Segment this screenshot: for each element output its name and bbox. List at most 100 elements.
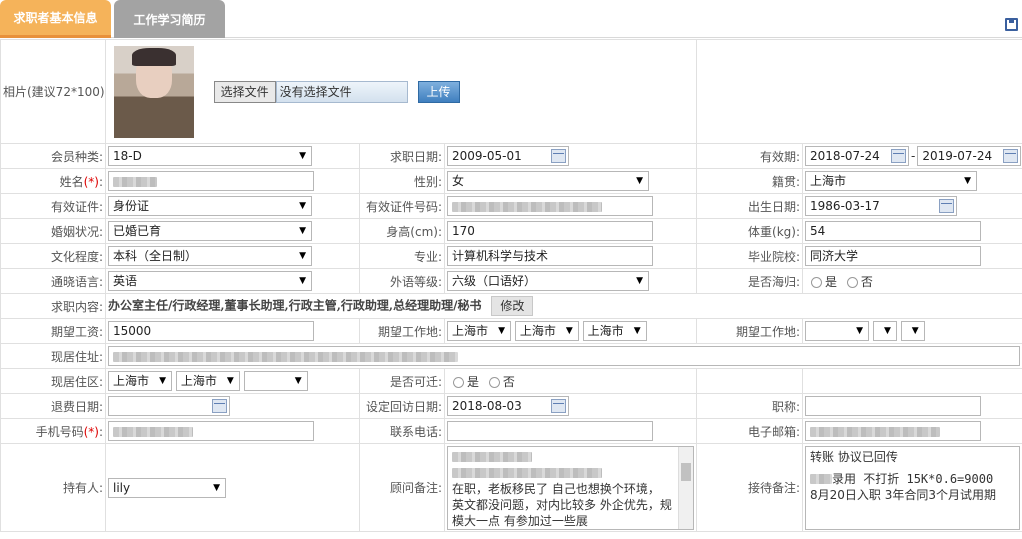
tab-work-history[interactable]: 工作学习简历 — [114, 0, 225, 38]
chevron-down-icon: ▼ — [299, 201, 306, 211]
address-input[interactable] — [108, 346, 1020, 366]
advisor-note-textarea[interactable]: 在职，老板移民了 自己也想换个环境， 英文都没问题，对内比较多 外企优先，规模大… — [447, 445, 695, 530]
job-date-input[interactable]: 2009-05-01 — [447, 146, 569, 166]
visit-date-input[interactable]: 2018-08-03 — [447, 396, 569, 416]
district-city-select[interactable]: 上海市 ▼ — [175, 371, 240, 391]
redacted-text — [113, 176, 157, 187]
overseas-no-radio[interactable] — [846, 276, 858, 288]
work-province-select[interactable]: 上海市 ▼ — [447, 321, 511, 341]
save-icon[interactable] — [1005, 18, 1018, 31]
chevron-down-icon: ▼ — [856, 326, 864, 336]
birth-date-input[interactable]: 1986-03-17 — [805, 196, 958, 216]
language-label: 通晓语言: — [0, 268, 106, 294]
redacted-text — [113, 426, 193, 437]
major-input[interactable]: 计算机科学与技术 — [447, 246, 653, 266]
applicant-form: 相片(建议72*100): 选择文件 没有选择文件 上传 会员种类: 18-D ▼ … — [0, 39, 1022, 532]
work-district-select[interactable]: 上海市 ▼ — [582, 321, 647, 341]
choose-file-button[interactable]: 选择文件 — [213, 80, 276, 103]
marital-select[interactable]: 已婚已育 ▼ — [108, 221, 312, 241]
chevron-down-icon: ▼ — [636, 176, 643, 186]
edit-job-content-button[interactable]: 修改 — [491, 296, 534, 316]
calendar-icon[interactable] — [551, 399, 566, 413]
valid-period-label: 有效期: — [696, 143, 804, 169]
id-number-input[interactable] — [447, 196, 653, 216]
gender-label: 性别: — [359, 168, 445, 194]
chevron-down-icon: ▼ — [911, 326, 919, 336]
relocate-no-radio[interactable] — [488, 376, 500, 388]
tab-basic-info[interactable]: 求职者基本信息 — [0, 0, 111, 38]
upload-button[interactable]: 上传 — [417, 80, 460, 103]
job-title-input[interactable] — [805, 396, 982, 416]
school-input[interactable]: 同济大学 — [805, 246, 982, 266]
name-input[interactable] — [108, 171, 314, 191]
chevron-down-icon: ▼ — [636, 276, 643, 286]
work-place-label: 期望工作地: — [359, 318, 445, 344]
redacted-text — [810, 426, 941, 437]
language-level-label: 外语等级: — [359, 268, 445, 294]
work-place-2-label: 期望工作地: — [696, 318, 804, 344]
member-type-select[interactable]: 18-D ▼ — [108, 146, 312, 166]
calendar-icon[interactable] — [891, 149, 907, 163]
refund-date-input[interactable] — [108, 396, 230, 416]
relocate-yes-radio[interactable] — [453, 376, 464, 388]
holder-label: 持有人: — [0, 443, 106, 532]
phone-label: 联系电话: — [359, 418, 445, 444]
chevron-down-icon: ▼ — [498, 326, 505, 336]
salary-input[interactable]: 15000 — [108, 321, 314, 341]
redacted-text — [113, 351, 458, 362]
photo-cell: 选择文件 没有选择文件 上传 — [104, 39, 698, 144]
relocate-label: 是否可迁: — [359, 368, 445, 394]
birth-date-label: 出生日期: — [696, 193, 804, 219]
native-place-select[interactable]: 上海市 ▼ — [805, 171, 978, 191]
holder-select[interactable]: lily ▼ — [108, 477, 226, 498]
valid-end-input[interactable]: 2019-07-24 — [917, 146, 1022, 166]
chevron-down-icon: ▼ — [883, 326, 891, 336]
weight-label: 体重(kg): — [696, 218, 804, 244]
calendar-icon[interactable] — [551, 149, 566, 163]
refund-date-label: 退费日期: — [0, 393, 106, 419]
work-place-2-province-select[interactable]: ▼ — [805, 321, 870, 341]
calendar-icon[interactable] — [1003, 149, 1019, 163]
education-select[interactable]: 本科（全日制） ▼ — [108, 246, 312, 266]
job-content-label: 求职内容: — [0, 293, 106, 319]
chevron-down-icon: ▼ — [159, 376, 166, 386]
redacted-text — [452, 468, 602, 478]
range-separator: - — [911, 148, 916, 163]
email-label: 电子邮箱: — [696, 418, 804, 444]
phone-input[interactable] — [447, 421, 653, 441]
weight-input[interactable]: 54 — [805, 221, 982, 241]
chevron-down-icon: ▼ — [294, 376, 302, 386]
language-level-select[interactable]: 六级（口语好） ▼ — [447, 271, 649, 291]
major-label: 专业: — [359, 243, 445, 269]
school-label: 毕业院校: — [696, 243, 804, 269]
district-province-select[interactable]: 上海市 ▼ — [108, 371, 172, 391]
native-place-label: 籍贯: — [696, 168, 804, 194]
calendar-icon[interactable] — [939, 199, 955, 213]
photo-label: 相片(建议72*100): — [0, 39, 106, 144]
height-input[interactable]: 170 — [447, 221, 653, 241]
relocate-yes-label: 是 — [467, 374, 480, 389]
gender-select[interactable]: 女 ▼ — [447, 171, 649, 191]
redacted-text — [810, 474, 833, 484]
height-label: 身高(cm): — [359, 218, 445, 244]
mobile-input[interactable] — [108, 421, 314, 441]
email-input[interactable] — [805, 421, 982, 441]
reception-note-textarea[interactable]: 转账 协议已回传 录用 不打折 15K*0.6=9000 8月20日入职 3年合… — [805, 445, 1021, 530]
chevron-down-icon: ▼ — [213, 482, 220, 493]
chevron-down-icon: ▼ — [565, 326, 573, 336]
work-place-2-city-select[interactable]: ▼ — [872, 321, 897, 341]
id-type-label: 有效证件: — [0, 193, 106, 219]
file-status: 没有选择文件 — [275, 80, 408, 103]
work-place-2-district-select[interactable]: ▼ — [900, 321, 925, 341]
id-type-select[interactable]: 身份证 ▼ — [108, 196, 312, 216]
job-date-label: 求职日期: — [359, 143, 445, 169]
district-area-select[interactable]: ▼ — [243, 371, 308, 391]
work-city-select[interactable]: 上海市 ▼ — [514, 321, 579, 341]
photo-empty-cell — [696, 39, 1022, 144]
valid-start-input[interactable]: 2018-07-24 — [805, 146, 910, 166]
education-label: 文化程度: — [0, 243, 106, 269]
advisor-note-scrollbar[interactable] — [678, 446, 694, 529]
language-select[interactable]: 英语 ▼ — [108, 271, 312, 291]
calendar-icon[interactable] — [212, 399, 227, 413]
overseas-yes-radio[interactable] — [811, 276, 823, 288]
